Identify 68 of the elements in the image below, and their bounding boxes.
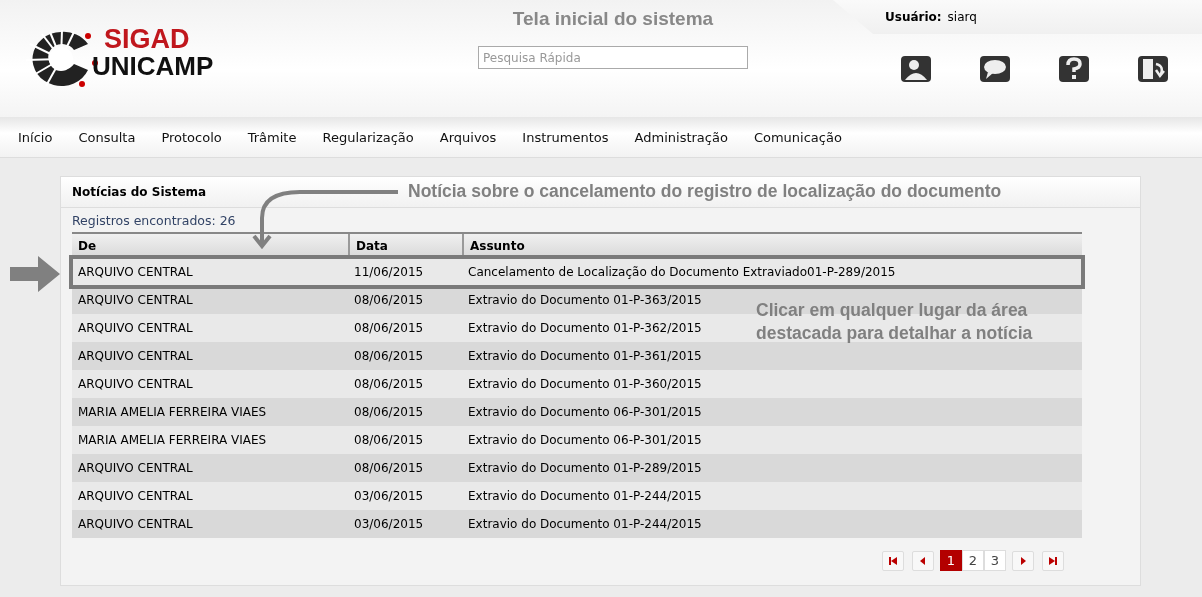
annotation-text: Clicar em qualquer lugar da área <box>756 299 1029 322</box>
previous-page-button[interactable] <box>912 550 934 571</box>
annotation-text: Notícia sobre o cancelamento do registro de localização do documento <box>408 181 1002 202</box>
table-cell-text: Cancelamento de Localização do Documento Extraviado01-P-289/2015 <box>467 264 897 281</box>
menu-item[interactable]: Consulta <box>78 129 136 145</box>
table-cell-text: 08/06/2015 <box>353 348 425 365</box>
previous-icon <box>918 555 928 566</box>
column-header[interactable]: De <box>72 234 348 257</box>
table-cell-text: ARQUIVO CENTRAL <box>77 460 194 477</box>
table-cell-text: 08/06/2015 <box>353 432 425 449</box>
table-cell-text: 08/06/2015 <box>353 292 425 309</box>
search-field[interactable]: Pesquisa Rápida <box>478 46 748 69</box>
table-cell-text: ARQUIVO CENTRAL <box>77 292 194 309</box>
user-icon[interactable] <box>901 56 931 82</box>
table-cell-text: MARIA AMELIA FERREIRA VIAES <box>77 404 268 421</box>
user-name: siarq <box>947 10 977 24</box>
page-title: Tela inicial do sistema <box>512 8 714 30</box>
table-cell-text: ARQUIVO CENTRAL <box>77 376 194 393</box>
table-cell-text: 03/06/2015 <box>353 516 425 533</box>
table-cell-text: 03/06/2015 <box>353 488 425 505</box>
page-link[interactable]: 1 <box>940 550 962 571</box>
chat-icon[interactable] <box>980 56 1010 82</box>
annotation-text: destacada para detalhar a notícia <box>756 322 1033 345</box>
last-page-icon <box>1048 555 1058 566</box>
table-cell-text: Extravio do Documento 01-P-244/2015 <box>467 488 703 505</box>
table-cell-text: ARQUIVO CENTRAL <box>77 264 194 281</box>
table-cell-text: 08/06/2015 <box>353 376 425 393</box>
menu-item[interactable]: Trâmite <box>247 129 297 145</box>
table-cell-text: Extravio do Documento 01-P-360/2015 <box>467 376 703 393</box>
record-count: Registros encontrados: 26 <box>72 212 237 230</box>
table-cell-text: 08/06/2015 <box>353 404 425 421</box>
highlighted-row[interactable]: ARQUIVO CENTRAL 11/06/2015 Cancelamento de Localização do Documento Extraviado01-P-289/2015 <box>72 258 1082 286</box>
table-cell-text: Extravio do Documento 06-P-301/2015 <box>467 404 703 421</box>
panel-title: Notícias do Sistema <box>72 185 207 199</box>
table-cell-text: ARQUIVO CENTRAL <box>77 348 194 365</box>
table-cell-text: ARQUIVO CENTRAL <box>77 320 194 337</box>
table-cell-text: Extravio do Documento 01-P-289/2015 <box>467 460 703 477</box>
menu-item[interactable]: Administração <box>634 129 728 145</box>
menu-item[interactable]: Comunicação <box>753 129 842 145</box>
next-page-button[interactable] <box>1012 550 1034 571</box>
table-cell-text: MARIA AMELIA FERREIRA VIAES <box>77 432 268 449</box>
page-link[interactable]: 3 <box>984 550 1006 571</box>
last-page-button[interactable] <box>1042 550 1064 571</box>
help-icon[interactable] <box>1059 56 1089 82</box>
table-cell-text: ARQUIVO CENTRAL <box>77 488 194 505</box>
menu-item[interactable]: Regularização <box>322 129 414 145</box>
table-cell-text: Extravio do Documento 06-P-301/2015 <box>467 432 703 449</box>
table-cell-text: Extravio do Documento 01-P-363/2015 <box>467 292 703 309</box>
menu-item[interactable]: Arquivos <box>439 129 497 145</box>
first-page-button[interactable] <box>882 550 904 571</box>
table-cell-text: 08/06/2015 <box>353 320 425 337</box>
pointer-arrow <box>10 256 60 292</box>
user-label: Usuário: <box>885 10 942 24</box>
table-cell-text: Extravio do Documento 01-P-362/2015 <box>467 320 703 337</box>
table-cell-text: 11/06/2015 <box>353 264 425 281</box>
table-cell-text: Extravio do Documento 01-P-361/2015 <box>467 348 703 365</box>
first-page-icon <box>888 555 898 566</box>
menu-item[interactable]: Instrumentos <box>522 129 609 145</box>
logo-subtitle: UNICAMP <box>92 53 214 79</box>
exit-icon[interactable] <box>1138 56 1168 82</box>
table-cell-text: ARQUIVO CENTRAL <box>77 516 194 533</box>
menu-item[interactable]: Protocolo <box>161 129 222 145</box>
table-cell-text: Extravio do Documento 01-P-244/2015 <box>467 516 703 533</box>
page-link[interactable]: 2 <box>962 550 984 571</box>
menu-item[interactable]: Início <box>18 129 53 145</box>
logo-title: SIGAD <box>103 26 191 53</box>
table-cell-text: 08/06/2015 <box>353 460 425 477</box>
next-icon <box>1018 555 1028 566</box>
